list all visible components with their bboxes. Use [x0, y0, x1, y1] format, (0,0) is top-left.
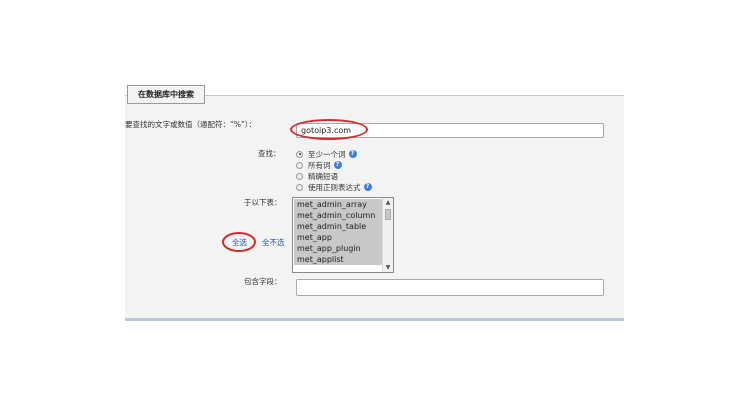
radio-button[interactable]: [296, 161, 303, 169]
option-label: 至少一个词: [308, 149, 346, 159]
table-option[interactable]: met_app: [294, 232, 382, 243]
search-text-input[interactable]: [296, 123, 604, 138]
search-text-label: 要查找的文字或数值（通配符：“%”）：: [125, 120, 257, 129]
option-at-least-one-word[interactable]: 至少一个词 ?: [296, 149, 357, 159]
column-label: 包含字段：: [244, 277, 282, 286]
find-label: 查找：: [258, 149, 281, 158]
help-icon[interactable]: ?: [363, 183, 372, 191]
table-option[interactable]: met_admin_array: [294, 199, 382, 210]
select-none-link[interactable]: 全不选: [262, 237, 285, 248]
option-regex[interactable]: 使用正则表达式 ?: [296, 182, 372, 192]
radio-button[interactable]: [296, 183, 303, 191]
scroll-thumb[interactable]: [385, 209, 391, 220]
option-label: 所有词: [308, 160, 331, 170]
option-all-words[interactable]: 所有词 ?: [296, 160, 342, 170]
radio-button[interactable]: [296, 172, 303, 180]
tables-list: met_admin_array met_admin_column met_adm…: [294, 199, 382, 265]
select-all-link[interactable]: 全选: [232, 237, 247, 248]
option-label: 精确短语: [308, 171, 338, 181]
option-label: 使用正则表达式: [308, 182, 361, 192]
radio-button[interactable]: [296, 150, 303, 158]
table-option[interactable]: met_admin_table: [294, 221, 382, 232]
tables-listbox[interactable]: met_admin_array met_admin_column met_adm…: [292, 197, 394, 273]
listbox-scrollbar[interactable]: ▲ ▼: [382, 198, 393, 272]
scroll-down-arrow-icon[interactable]: ▼: [383, 263, 393, 272]
table-option[interactable]: met_app_plugin: [294, 243, 382, 254]
table-option[interactable]: met_applist: [294, 254, 382, 265]
scroll-up-arrow-icon[interactable]: ▲: [383, 198, 393, 207]
panel-legend: 在数据库中搜索: [127, 85, 205, 104]
help-icon[interactable]: ?: [348, 150, 357, 158]
tables-label: 于以下表：: [244, 198, 282, 207]
table-option[interactable]: met_admin_column: [294, 210, 382, 221]
help-icon[interactable]: ?: [333, 161, 342, 169]
option-exact-phrase[interactable]: 精确短语: [296, 171, 338, 181]
column-input[interactable]: [296, 279, 604, 296]
